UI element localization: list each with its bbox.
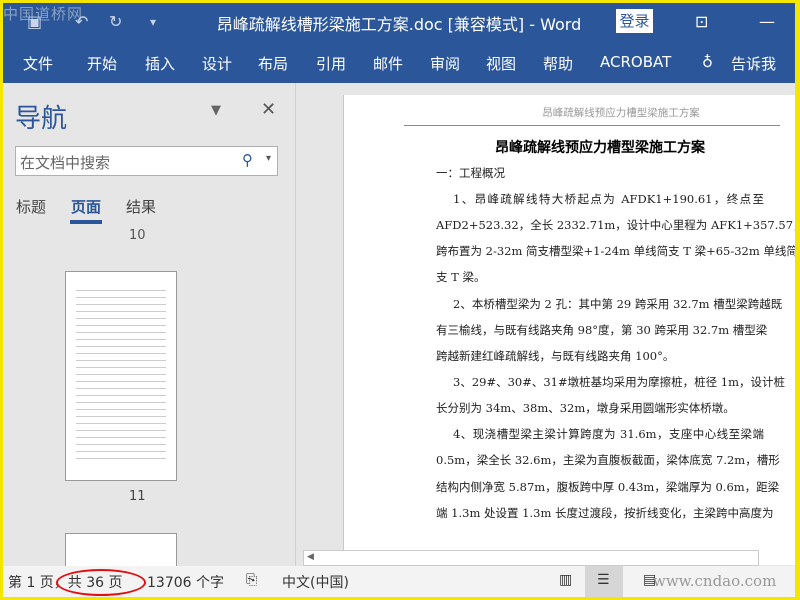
proofing-icon[interactable]: ⎘ <box>246 572 257 588</box>
search-options-chevron-icon[interactable]: ▾ <box>266 153 271 164</box>
lightbulb-icon: ♁ <box>702 53 713 71</box>
tab-insert[interactable]: 插入 <box>145 53 175 74</box>
body-text-line: 支 T 梁。 <box>436 270 486 284</box>
language[interactable]: 中文(中国) <box>282 572 349 592</box>
tab-view[interactable]: 视图 <box>486 53 516 74</box>
print-layout-button[interactable]: ☰ <box>585 566 623 597</box>
document-area: 昂峰疏解线预应力槽型梁施工方案 昂峰疏解线预应力槽型梁施工方案 一：工程概况 1… <box>297 83 795 566</box>
page-number-label: 10 <box>129 228 146 243</box>
tab-layout[interactable]: 布局 <box>258 53 288 74</box>
minimize-button[interactable]: — <box>759 12 775 31</box>
horizontal-scrollbar[interactable]: ◀ <box>303 550 759 566</box>
body-text-line: 长分别为 34m、38m、32m，墩身采用圆端形实体桥墩。 <box>436 401 735 415</box>
nav-options-chevron-icon[interactable]: ▼ <box>211 103 221 118</box>
section-heading: 一：工程概况 <box>436 166 505 180</box>
document-title: 昂峰疏解线预应力槽型梁施工方案 <box>495 140 705 156</box>
status-bar: 第 1 页，共 36 页 13706 个字 ⎘ 中文(中国) ▥ ☰ ▤ www… <box>3 566 795 597</box>
search-icon[interactable]: ⚲ <box>242 151 253 169</box>
tab-headings[interactable]: 标题 <box>16 196 46 217</box>
page-thumbnail[interactable] <box>65 271 177 481</box>
scroll-left-icon[interactable]: ◀ <box>307 552 314 562</box>
tab-help[interactable]: 帮助 <box>543 53 573 74</box>
tab-design[interactable]: 设计 <box>202 53 232 74</box>
tab-file[interactable]: 文件 <box>23 53 53 74</box>
tab-review[interactable]: 审阅 <box>430 53 460 74</box>
body-text-line: 结构内侧净宽 5.87m，腹板跨中厚 0.43m，梁端厚为 0.6m，距梁 <box>436 480 780 494</box>
print-layout-icon: ☰ <box>597 572 610 588</box>
page-header: 昂峰疏解线预应力槽型梁施工方案 <box>542 107 700 119</box>
close-icon[interactable]: ✕ <box>261 99 276 120</box>
navigation-pane: 导航 ▼ ✕ 在文档中搜索 ⚲ ▾ 标题 页面 结果 10 11 <box>3 83 296 573</box>
word-window: 中国道桥网 ▣ ↶ ↻ ▾ 昂峰疏解线槽形梁施工方案.doc [兼容模式] - … <box>3 3 795 597</box>
title-bar: 中国道桥网 ▣ ↶ ↻ ▾ 昂峰疏解线槽形梁施工方案.doc [兼容模式] - … <box>3 3 795 40</box>
tab-references[interactable]: 引用 <box>316 53 346 74</box>
ribbon-tabs: 文件 开始 插入 设计 布局 引用 邮件 审阅 视图 帮助 ACROBAT ♁ … <box>3 40 795 83</box>
body-text-line: 0.5m，梁全长 32.6m，主梁为直腹板截面，梁体底宽 7.2m，槽形 <box>436 453 780 467</box>
body-text-line: 4、现浇槽型梁主梁计算跨度为 31.6m，支座中心线至梁端 <box>453 427 764 441</box>
body-text-line: 2、本桥槽型梁为 2 孔：其中第 29 跨采用 32.7m 槽型梁跨越既 <box>453 297 783 311</box>
tab-pages[interactable]: 页面 <box>71 196 101 217</box>
body-text-line: AFD2+523.32，全长 2332.71m，设计中心里程为 AFK1+357… <box>436 218 795 232</box>
tell-me-button[interactable]: 告诉我 <box>731 53 776 74</box>
body-text-line: 1、昂峰疏解线特大桥起点为 AFDK1+190.61，终点至 <box>453 192 764 206</box>
tab-acrobat[interactable]: ACROBAT <box>600 53 671 71</box>
body-text-line: 有三榆线，与既有线路夹角 98°度，第 30 跨采用 32.7m 槽型梁 <box>436 323 768 337</box>
search-placeholder: 在文档中搜索 <box>20 154 111 172</box>
tab-results[interactable]: 结果 <box>126 196 156 217</box>
ribbon-display-options-icon[interactable]: ⊡ <box>695 12 708 31</box>
annotation-circle <box>56 569 146 596</box>
word-count[interactable]: 13706 个字 <box>147 572 224 592</box>
body-text-line: 端 1.3m 处设置 1.3m 长度过渡段，按折线变化，主梁跨中高度为 <box>436 506 774 520</box>
read-mode-icon[interactable]: ▥ <box>559 572 572 588</box>
tab-home[interactable]: 开始 <box>87 53 117 74</box>
login-button[interactable]: 登录 <box>616 9 653 33</box>
body-text-line: 跨越新建红峰疏解线，与既有线路夹角 100°。 <box>436 349 675 363</box>
body-text-line: 跨布置为 2-32m 简支槽型梁+1-24m 单线简支 T 梁+65-32m 单… <box>436 244 795 258</box>
body-text-line: 3、29#、30#、31#墩桩基均采用为摩擦桩，桩径 1m，设计桩 <box>453 375 785 389</box>
watermark-text: www.cndao.com <box>653 572 777 590</box>
window-title: 昂峰疏解线槽形梁施工方案.doc [兼容模式] - Word <box>216 15 582 34</box>
tab-mailings[interactable]: 邮件 <box>373 53 403 74</box>
header-line <box>404 125 780 126</box>
document-page[interactable]: 昂峰疏解线预应力槽型梁施工方案 昂峰疏解线预应力槽型梁施工方案 一：工程概况 1… <box>343 95 795 565</box>
page-number-label: 11 <box>129 489 146 504</box>
thumbnail-content <box>76 284 166 464</box>
active-tab-indicator <box>70 220 102 224</box>
search-input[interactable]: 在文档中搜索 ⚲ ▾ <box>15 146 278 176</box>
nav-title: 导航 <box>15 104 68 134</box>
